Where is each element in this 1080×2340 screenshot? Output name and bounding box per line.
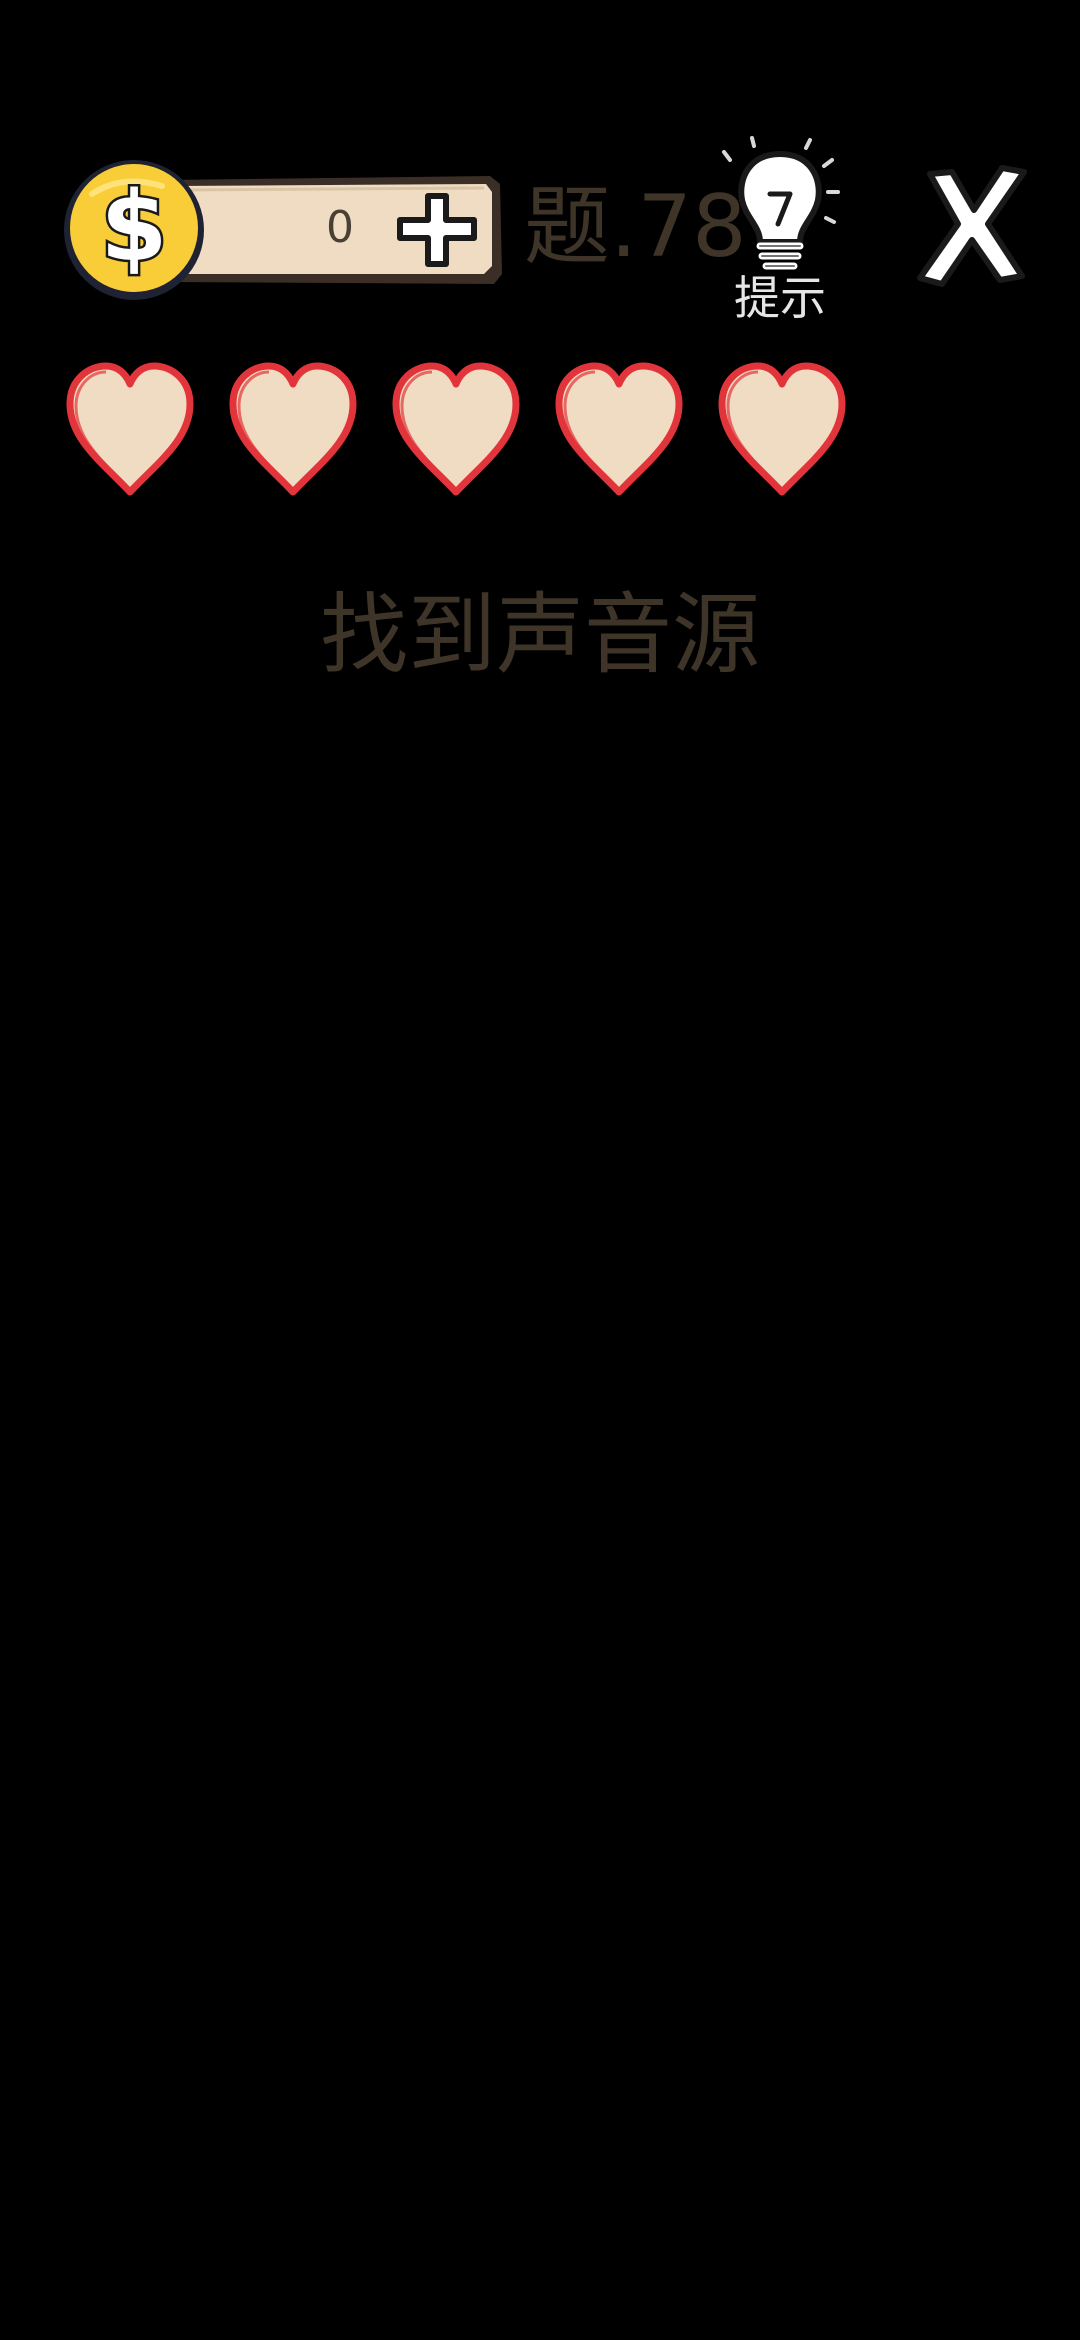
question-text: 找到声音源 [319,583,760,686]
hint-button[interactable]: 提示 [710,130,850,330]
plus-icon [397,193,477,267]
add-coins-button[interactable] [388,190,488,270]
heart-icon [716,360,848,500]
coin-count: 0 [326,202,354,253]
heart-icon [553,360,685,500]
heart-icon [64,360,196,500]
hint-label: 提示 [734,271,826,325]
close-x-icon [917,165,1027,287]
lives-row [64,360,864,510]
heart-icon [390,360,522,500]
lightbulb-icon [722,136,840,270]
svg-text:$: $ [101,171,168,283]
close-button[interactable] [912,160,1032,290]
dollar-coin-icon: $ [62,154,212,304]
heart-icon [227,360,359,500]
